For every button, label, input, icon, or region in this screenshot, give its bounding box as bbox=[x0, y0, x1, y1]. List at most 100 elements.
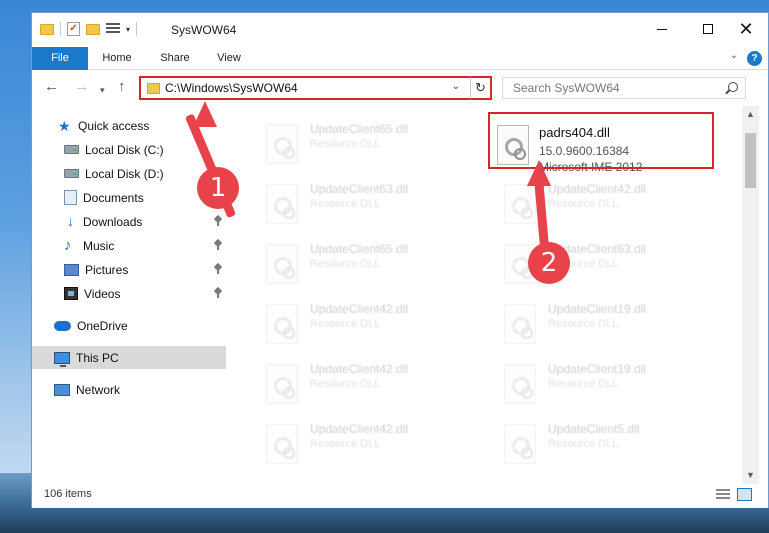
file-type: Resource DLL bbox=[310, 318, 381, 330]
file-name: UpdateClient42.dll bbox=[548, 182, 647, 196]
file-tile[interactable]: UpdateClient42.dll Resource DLL bbox=[474, 176, 699, 232]
status-bar: 106 items bbox=[32, 484, 768, 508]
tab-share[interactable]: Share bbox=[150, 47, 200, 70]
chevron-down-icon[interactable]: ⌄ bbox=[452, 81, 460, 92]
minimize-button[interactable] bbox=[639, 13, 685, 45]
disk-icon bbox=[64, 145, 79, 154]
disk-icon bbox=[64, 169, 79, 178]
file-name: UpdateClient5.dll bbox=[548, 422, 640, 436]
highlight-box-file bbox=[488, 112, 714, 169]
vertical-scrollbar[interactable]: ▲ ▼ bbox=[742, 106, 759, 484]
properties-check-icon[interactable]: ✓ bbox=[67, 22, 80, 36]
dll-file-icon bbox=[504, 424, 536, 464]
file-type: Resource DLL bbox=[310, 198, 381, 210]
download-icon: ↓ bbox=[67, 213, 74, 229]
dll-file-icon bbox=[266, 364, 298, 404]
music-icon: ♪ bbox=[64, 237, 72, 254]
sidebar-item-label: Downloads bbox=[83, 214, 143, 229]
toolbar-separator bbox=[136, 22, 138, 36]
sidebar-item-pictures[interactable]: Pictures bbox=[32, 258, 226, 281]
file-name: UpdateClient42.dll bbox=[310, 362, 409, 376]
search-icon[interactable] bbox=[728, 82, 738, 92]
address-bar[interactable]: C:\Windows\SysWOW64 ⌄ bbox=[139, 76, 492, 100]
sidebar-item-network[interactable]: Network bbox=[32, 378, 226, 401]
recent-locations-icon[interactable]: ▾ bbox=[100, 82, 105, 98]
help-button[interactable]: ? bbox=[747, 51, 762, 66]
documents-icon bbox=[64, 190, 77, 205]
file-type: Resource DLL bbox=[310, 258, 381, 270]
dll-file-icon bbox=[266, 184, 298, 224]
file-tile[interactable]: UpdateClient42.dll Resource DLL bbox=[236, 356, 461, 412]
tiles-view-icon[interactable] bbox=[737, 488, 752, 501]
folder-icon[interactable] bbox=[40, 23, 54, 35]
file-tile[interactable]: UpdateClient65.dll Resource DLL bbox=[236, 116, 461, 172]
folder-icon bbox=[147, 83, 160, 94]
file-name: UpdateClient42.dll bbox=[310, 422, 409, 436]
navigation-pane: ★ Quick access Local Disk (C:) Local Dis… bbox=[32, 106, 226, 484]
file-tile[interactable]: UpdateClient5.dll Resource DLL bbox=[474, 416, 699, 472]
item-count: 106 items bbox=[44, 488, 92, 500]
dll-file-icon bbox=[504, 304, 536, 344]
scrollbar-thumb[interactable] bbox=[745, 133, 756, 188]
tab-file[interactable]: File bbox=[32, 47, 88, 70]
back-arrow-icon[interactable]: ← bbox=[44, 79, 59, 95]
dll-file-icon bbox=[266, 424, 298, 464]
forward-arrow-icon[interactable]: → bbox=[74, 79, 89, 95]
search-placeholder: Search SysWOW64 bbox=[513, 81, 620, 95]
minimize-icon bbox=[657, 28, 667, 30]
file-tile[interactable]: UpdateClient63.dll Resource DLL bbox=[236, 176, 461, 232]
sidebar-item-onedrive[interactable]: OneDrive bbox=[32, 314, 226, 337]
file-tile[interactable]: UpdateClient65.dll Resource DLL bbox=[236, 236, 461, 292]
pin-icon[interactable] bbox=[214, 216, 222, 226]
quick-access-toolbar: ✓ ▾ bbox=[40, 22, 138, 36]
sidebar-item-label: Network bbox=[76, 382, 121, 397]
details-view-icon[interactable] bbox=[716, 489, 730, 501]
maximize-icon bbox=[703, 24, 713, 34]
pc-icon bbox=[54, 351, 70, 367]
chevron-down-icon[interactable]: ▾ bbox=[126, 25, 130, 34]
sidebar-item-downloads[interactable]: ↓ Downloads bbox=[32, 210, 226, 233]
toolbar-separator bbox=[60, 22, 61, 36]
refresh-icon: ↻ bbox=[475, 80, 486, 95]
scroll-up-arrow-icon[interactable]: ▲ bbox=[742, 106, 759, 123]
new-folder-icon[interactable] bbox=[86, 23, 100, 35]
pin-icon[interactable] bbox=[214, 240, 222, 250]
search-input[interactable]: Search SysWOW64 bbox=[502, 77, 746, 99]
file-tile[interactable]: UpdateClient42.dll Resource DLL bbox=[236, 416, 461, 472]
dll-file-icon bbox=[504, 364, 536, 404]
file-tile[interactable]: UpdateClient19.dll Resource DLL bbox=[474, 356, 699, 412]
navigation-bar: ← → ▾ ↑ C:\Windows\SysWOW64 ⌄ ↻ Search S… bbox=[32, 70, 768, 106]
file-tile[interactable]: UpdateClient19.dll Resource DLL bbox=[474, 296, 699, 352]
file-name: UpdateClient42.dll bbox=[310, 302, 409, 316]
pin-icon[interactable] bbox=[214, 264, 222, 274]
annotation-arrowhead-1 bbox=[193, 101, 217, 127]
tab-home[interactable]: Home bbox=[92, 47, 142, 70]
dll-file-icon bbox=[266, 304, 298, 344]
tab-view[interactable]: View bbox=[206, 47, 252, 70]
sidebar-item-label: Videos bbox=[84, 286, 121, 301]
sidebar-item-label: Music bbox=[83, 238, 115, 253]
refresh-button[interactable]: ↻ bbox=[470, 76, 492, 100]
scroll-down-arrow-icon[interactable]: ▼ bbox=[742, 467, 759, 484]
expand-ribbon-icon[interactable]: ⌄ bbox=[730, 50, 738, 61]
sidebar-item-label: Local Disk (C:) bbox=[85, 142, 164, 157]
pin-icon[interactable] bbox=[214, 288, 222, 298]
file-tile[interactable]: UpdateClient63.dll Resource DLL bbox=[474, 236, 699, 292]
address-path[interactable]: C:\Windows\SysWOW64 bbox=[165, 81, 298, 95]
up-arrow-icon[interactable]: ↑ bbox=[118, 79, 126, 95]
cloud-icon bbox=[54, 320, 71, 331]
dll-file-icon bbox=[266, 244, 298, 284]
dll-file-icon bbox=[266, 124, 298, 164]
title-bar: ✓ ▾ SysWOW64 ✕ bbox=[32, 13, 768, 47]
file-type: Resource DLL bbox=[548, 438, 619, 450]
file-type: Resource DLL bbox=[548, 198, 619, 210]
properties-icon[interactable] bbox=[106, 22, 120, 36]
sidebar-item-this-pc[interactable]: This PC bbox=[32, 346, 226, 369]
sidebar-item-label: Documents bbox=[83, 190, 144, 205]
sidebar-item-music[interactable]: ♪ Music bbox=[32, 234, 226, 257]
close-button[interactable]: ✕ bbox=[723, 13, 769, 45]
network-icon bbox=[54, 383, 70, 396]
sidebar-item-videos[interactable]: Videos bbox=[32, 282, 226, 305]
sidebar-item-label: OneDrive bbox=[77, 318, 128, 333]
file-tile[interactable]: UpdateClient42.dll Resource DLL bbox=[236, 296, 461, 352]
